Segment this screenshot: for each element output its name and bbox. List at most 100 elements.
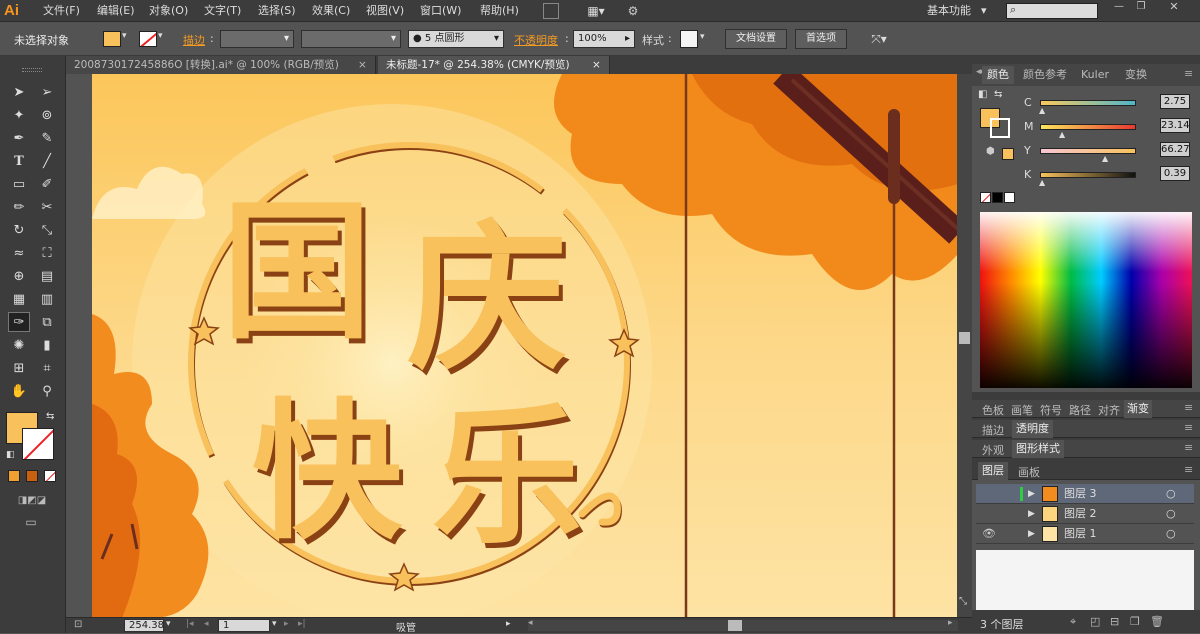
- expand-layer-icon[interactable]: ▶: [1028, 504, 1035, 524]
- zoom-dropdown-icon[interactable]: ▾: [166, 619, 171, 629]
- tab-artboards[interactable]: 画板: [1018, 464, 1040, 480]
- toolbar-grip[interactable]: [22, 68, 42, 72]
- rectangle-tool-icon[interactable]: ▭: [8, 174, 30, 194]
- free-transform-tool-icon[interactable]: ⛶: [36, 243, 58, 263]
- channel-c-value[interactable]: 2.75: [1160, 94, 1190, 109]
- resize-grip-icon[interactable]: ⤡: [959, 596, 967, 607]
- tab-transparency[interactable]: 透明度: [1012, 420, 1053, 438]
- pencil-tool-icon[interactable]: ✏: [8, 197, 30, 217]
- warp-tool-icon[interactable]: ≈: [8, 243, 30, 263]
- none-mode-icon[interactable]: [44, 470, 56, 482]
- stroke-label[interactable]: 描边: [183, 32, 205, 48]
- last-artboard-icon[interactable]: ▸|: [298, 619, 306, 629]
- tab-symbols[interactable]: 符号: [1040, 402, 1062, 418]
- tab-color[interactable]: 颜色: [982, 66, 1014, 84]
- tab-close-icon[interactable]: ×: [592, 56, 601, 74]
- column-graph-tool-icon[interactable]: ▮: [36, 335, 58, 355]
- channel-m-handle-icon[interactable]: ▲: [1059, 130, 1065, 139]
- channel-k-handle-icon[interactable]: ▲: [1039, 178, 1045, 187]
- tab-stroke[interactable]: 描边: [982, 422, 1004, 438]
- tab-layers[interactable]: 图层: [978, 462, 1008, 480]
- search-input[interactable]: ⌕: [1006, 3, 1098, 19]
- color-spectrum[interactable]: [980, 212, 1192, 388]
- color-mode-icon[interactable]: [8, 470, 20, 482]
- isolate-object-icon[interactable]: ⤧▾: [864, 30, 894, 48]
- screen-mode-status-icon[interactable]: ⊡: [74, 619, 82, 630]
- fill-swatch[interactable]: [103, 31, 121, 47]
- channel-c-slider[interactable]: [1040, 100, 1136, 106]
- workspace-switcher[interactable]: 基本功能: [924, 0, 974, 22]
- scissors-tool-icon[interactable]: ✂: [36, 197, 58, 217]
- tab-align[interactable]: 对齐: [1098, 402, 1120, 418]
- new-sublayer-icon[interactable]: ⊟: [1110, 615, 1119, 628]
- channel-y-slider[interactable]: [1040, 148, 1136, 154]
- panel-menu-icon[interactable]: ≡: [1184, 463, 1193, 476]
- pen-tool-icon[interactable]: ✒: [8, 128, 30, 148]
- menu-view[interactable]: 视图(V): [363, 0, 407, 22]
- menu-effect[interactable]: 效果(C): [309, 0, 353, 22]
- target-icon[interactable]: ○: [1166, 524, 1176, 544]
- artboard[interactable]: 国 国 庆 庆 快 快 乐 乐: [92, 74, 958, 618]
- tab-document-1[interactable]: 200873017245886O [转换].ai* @ 100% (RGB/预览…: [66, 56, 376, 74]
- stroke-dropdown-icon[interactable]: ▾: [158, 31, 163, 41]
- direct-selection-tool-icon[interactable]: ➢: [36, 82, 58, 102]
- channel-c-handle-icon[interactable]: ▲: [1039, 106, 1045, 115]
- white-swatch[interactable]: [1004, 192, 1015, 203]
- tab-kuler[interactable]: Kuler: [1076, 66, 1114, 84]
- none-color-swatch[interactable]: [980, 192, 991, 203]
- horizontal-scroll-thumb[interactable]: [728, 620, 742, 631]
- out-of-gamut-icon[interactable]: ⬢: [986, 146, 995, 157]
- new-layer-icon[interactable]: ❐: [1130, 615, 1140, 628]
- scroll-left-icon[interactable]: ◂: [528, 618, 533, 628]
- next-artboard-icon[interactable]: ▸: [284, 619, 289, 629]
- swap-fill-stroke-icon[interactable]: ⇆: [46, 411, 54, 422]
- style-dropdown-icon[interactable]: ▾: [700, 32, 705, 42]
- channel-y-handle-icon[interactable]: ▲: [1102, 154, 1108, 163]
- curvature-pen-tool-icon[interactable]: ✎: [36, 128, 58, 148]
- tab-color-guide[interactable]: 颜色参考: [1018, 66, 1072, 84]
- opacity-label[interactable]: 不透明度: [514, 32, 558, 48]
- visibility-icon[interactable]: 👁: [982, 524, 996, 544]
- swap-colors-icon[interactable]: ⇆: [994, 89, 1002, 100]
- gpu-icon[interactable]: ⚙: [622, 2, 644, 20]
- tab-document-2[interactable]: 未标题-17* @ 254.38% (CMYK/预览) ×: [378, 56, 610, 74]
- layer-name[interactable]: 图层 1: [1064, 524, 1097, 544]
- previous-artboard-icon[interactable]: ◂: [204, 619, 209, 629]
- gamut-swatch[interactable]: [1002, 148, 1014, 160]
- close-window-icon[interactable]: ✕: [1152, 0, 1196, 13]
- panel-menu-icon[interactable]: ≡: [1184, 421, 1193, 434]
- tab-pathfinder[interactable]: 路径: [1069, 402, 1091, 418]
- stroke-color-box[interactable]: [22, 428, 54, 460]
- slice-tool-icon[interactable]: ⌗: [36, 358, 58, 378]
- tab-close-icon[interactable]: ×: [358, 56, 367, 74]
- magic-wand-tool-icon[interactable]: ✦: [8, 105, 30, 125]
- artboard-dropdown-icon[interactable]: ▾: [272, 619, 277, 629]
- preferences-button[interactable]: 首选项: [795, 29, 847, 49]
- target-icon[interactable]: ○: [1166, 504, 1176, 524]
- layer-row[interactable]: 👁 ▶ 图层 1 ○: [976, 524, 1194, 544]
- mesh-tool-icon[interactable]: ▦: [8, 289, 30, 309]
- expand-layer-icon[interactable]: ▶: [1028, 484, 1035, 504]
- channel-m-slider[interactable]: [1040, 124, 1136, 130]
- black-swatch[interactable]: [992, 192, 1003, 203]
- horizontal-scrollbar[interactable]: ◂ ▸: [528, 618, 958, 631]
- channel-k-value[interactable]: 0.39: [1160, 166, 1190, 181]
- make-clipping-mask-icon[interactable]: ◰: [1090, 615, 1100, 628]
- screen-mode-icon[interactable]: ▭: [18, 514, 44, 530]
- zoom-input[interactable]: 254.38: [124, 619, 164, 632]
- artboard-navigator[interactable]: 1: [218, 619, 270, 632]
- expand-layer-icon[interactable]: ▶: [1028, 524, 1035, 544]
- selection-tool-icon[interactable]: ➤: [8, 82, 30, 102]
- canvas-area[interactable]: 国 国 庆 庆 快 快 乐 乐: [66, 74, 972, 618]
- type-tool-icon[interactable]: T: [8, 151, 30, 171]
- paintbrush-tool-icon[interactable]: ✐: [36, 174, 58, 194]
- eyedropper-tool-icon[interactable]: ✑: [8, 312, 30, 332]
- drawing-modes-icon[interactable]: ◨◩◪: [8, 492, 56, 508]
- tab-brushes[interactable]: 画笔: [1011, 402, 1033, 418]
- opacity-input[interactable]: 100% ▸: [573, 30, 635, 48]
- channel-y-value[interactable]: 66.27: [1160, 142, 1190, 157]
- restore-icon[interactable]: ❐: [1130, 0, 1152, 12]
- menu-select[interactable]: 选择(S): [255, 0, 299, 22]
- document-setup-button[interactable]: 文档设置: [725, 29, 787, 49]
- gradient-mode-icon[interactable]: [26, 470, 38, 482]
